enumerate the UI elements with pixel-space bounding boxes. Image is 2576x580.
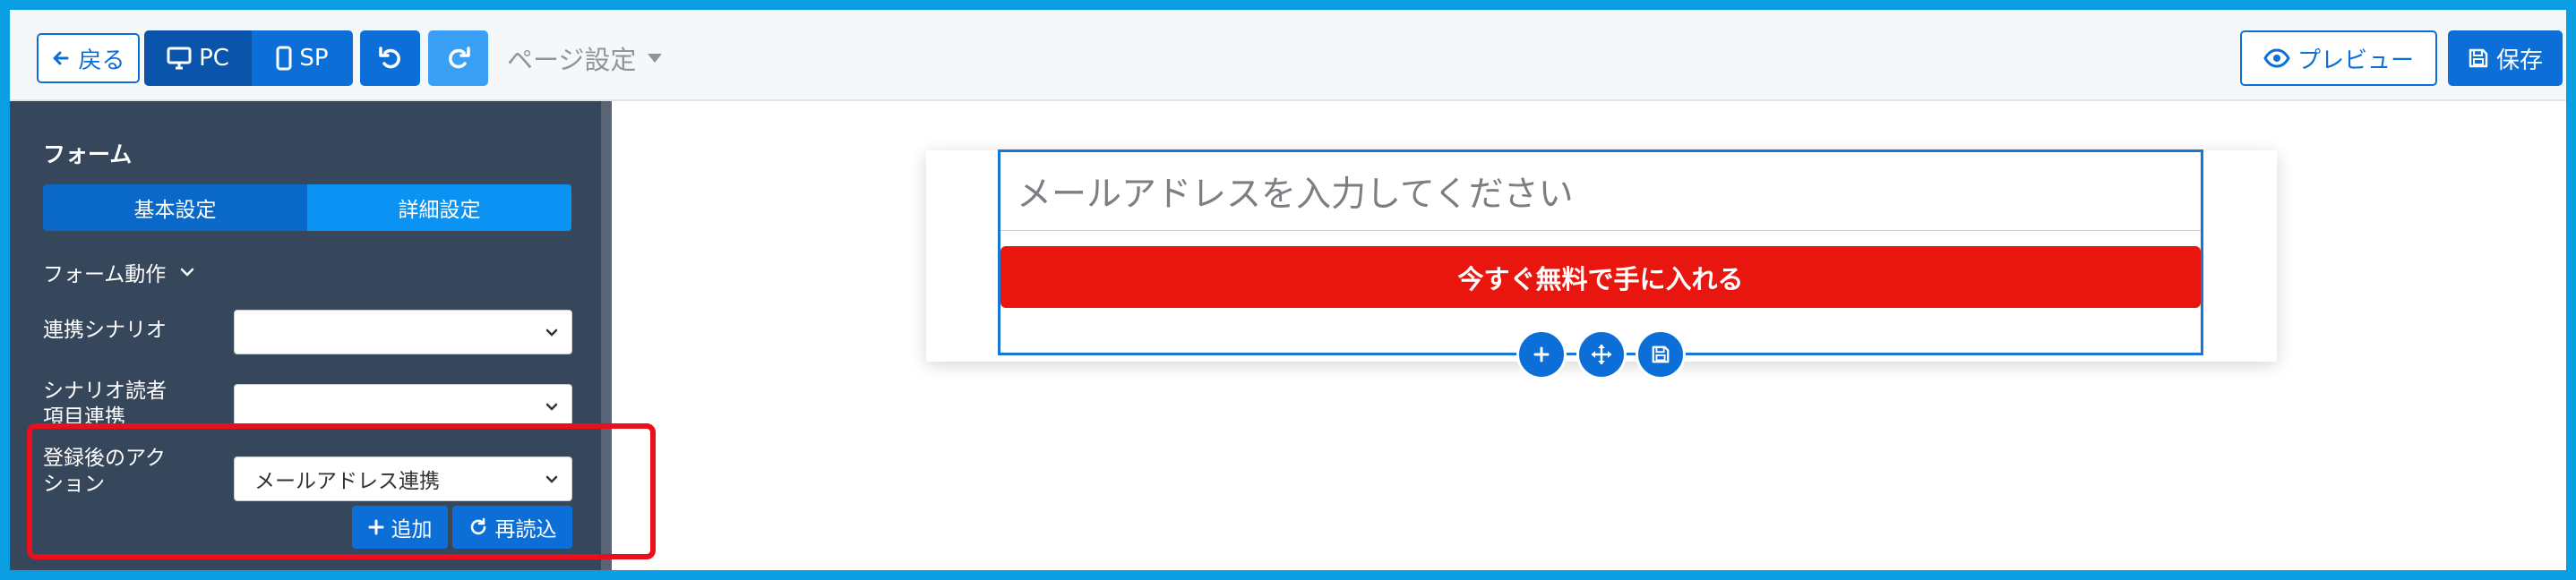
preview-label: プレビュー bbox=[2297, 47, 2414, 74]
plus-icon bbox=[1533, 346, 1550, 362]
back-button[interactable]: 戻る bbox=[37, 33, 140, 83]
reader-field-mapping-select[interactable] bbox=[234, 384, 572, 429]
move-block-button[interactable] bbox=[1576, 329, 1627, 380]
form-action-toggle[interactable]: フォーム動作 bbox=[43, 257, 194, 287]
pc-label: PC bbox=[199, 45, 229, 72]
post-registration-action-label: 登録後のアク ション bbox=[43, 446, 166, 498]
eye-icon bbox=[2263, 48, 2290, 68]
preview-button[interactable]: プレビュー bbox=[2240, 30, 2437, 86]
floppy-disk-icon bbox=[1652, 345, 1670, 363]
cta-label: 今すぐ無料で手に入れる bbox=[1457, 263, 1744, 294]
undo-button[interactable] bbox=[360, 30, 420, 86]
reload-button[interactable]: 再読込 bbox=[452, 506, 572, 549]
pc-view-button[interactable]: PC bbox=[144, 30, 252, 86]
reader-field-mapping-label-line1: シナリオ読者 bbox=[43, 380, 167, 403]
sidebar-scrollbar[interactable] bbox=[601, 101, 612, 570]
undo-icon bbox=[378, 47, 400, 69]
linked-scenario-select[interactable] bbox=[234, 310, 572, 354]
floppy-disk-icon bbox=[2469, 48, 2488, 68]
chevron-down-icon bbox=[545, 403, 558, 411]
device-toggle: PC SP bbox=[144, 30, 353, 86]
save-block-button[interactable] bbox=[1636, 329, 1686, 380]
save-button[interactable]: 保存 bbox=[2448, 30, 2563, 86]
post-registration-action-value: メールアドレス連携 bbox=[254, 470, 440, 493]
email-placeholder: メールアドレスを入力してください bbox=[1017, 174, 1574, 215]
save-label: 保存 bbox=[2495, 47, 2543, 74]
settings-sidebar: フォーム 基本設定 詳細設定 フォーム動作 連携シナリオ シナリオ読者 項目連携 bbox=[10, 101, 601, 570]
plus-icon bbox=[368, 519, 383, 535]
sidebar-title: フォーム bbox=[43, 141, 133, 167]
smartphone-icon bbox=[276, 46, 292, 71]
form-action-label: フォーム動作 bbox=[43, 263, 167, 286]
post-registration-action-select[interactable]: メールアドレス連携 bbox=[234, 456, 572, 501]
monitor-icon bbox=[167, 47, 192, 70]
editor-window: 戻る PC SP ページ設定 プレビュー 保存 フォーム 基本設定 詳細設定 フ… bbox=[10, 10, 2566, 570]
reload-icon bbox=[470, 517, 485, 535]
settings-tabs: 基本設定 詳細設定 bbox=[43, 184, 571, 231]
redo-button[interactable] bbox=[428, 30, 488, 86]
add-block-button[interactable] bbox=[1516, 329, 1567, 380]
chevron-down-icon bbox=[181, 268, 194, 277]
caret-down-icon bbox=[648, 54, 663, 63]
top-toolbar: 戻る PC SP ページ設定 プレビュー 保存 bbox=[10, 10, 2566, 101]
reload-label: 再読込 bbox=[494, 518, 557, 542]
linked-scenario-label: 連携シナリオ bbox=[43, 319, 167, 342]
move-arrows-icon bbox=[1592, 345, 1611, 364]
sp-view-button[interactable]: SP bbox=[252, 30, 353, 86]
post-registration-action-label-line1: 登録後のアク bbox=[43, 447, 166, 470]
post-registration-action-label-line2: ション bbox=[43, 473, 105, 496]
cta-submit-button[interactable]: 今すぐ無料で手に入れる bbox=[1000, 246, 2201, 308]
page-settings-dropdown[interactable]: ページ設定 bbox=[507, 33, 663, 83]
email-input[interactable]: メールアドレスを入力してください bbox=[1000, 152, 2201, 231]
redo-icon bbox=[448, 47, 470, 69]
chevron-down-icon bbox=[545, 328, 558, 337]
add-label: 追加 bbox=[391, 518, 433, 542]
tab-advanced-settings[interactable]: 詳細設定 bbox=[307, 184, 571, 231]
arrow-left-icon bbox=[53, 51, 69, 65]
chevron-down-icon bbox=[545, 475, 558, 483]
tab-basic-settings[interactable]: 基本設定 bbox=[43, 184, 307, 231]
page-settings-label: ページ設定 bbox=[507, 45, 637, 75]
add-button[interactable]: 追加 bbox=[352, 506, 448, 549]
reader-field-mapping-label-line2: 項目連携 bbox=[43, 405, 125, 429]
reader-field-mapping-label: シナリオ読者 項目連携 bbox=[43, 379, 167, 431]
back-label: 戻る bbox=[78, 47, 125, 74]
sp-label: SP bbox=[299, 45, 329, 72]
